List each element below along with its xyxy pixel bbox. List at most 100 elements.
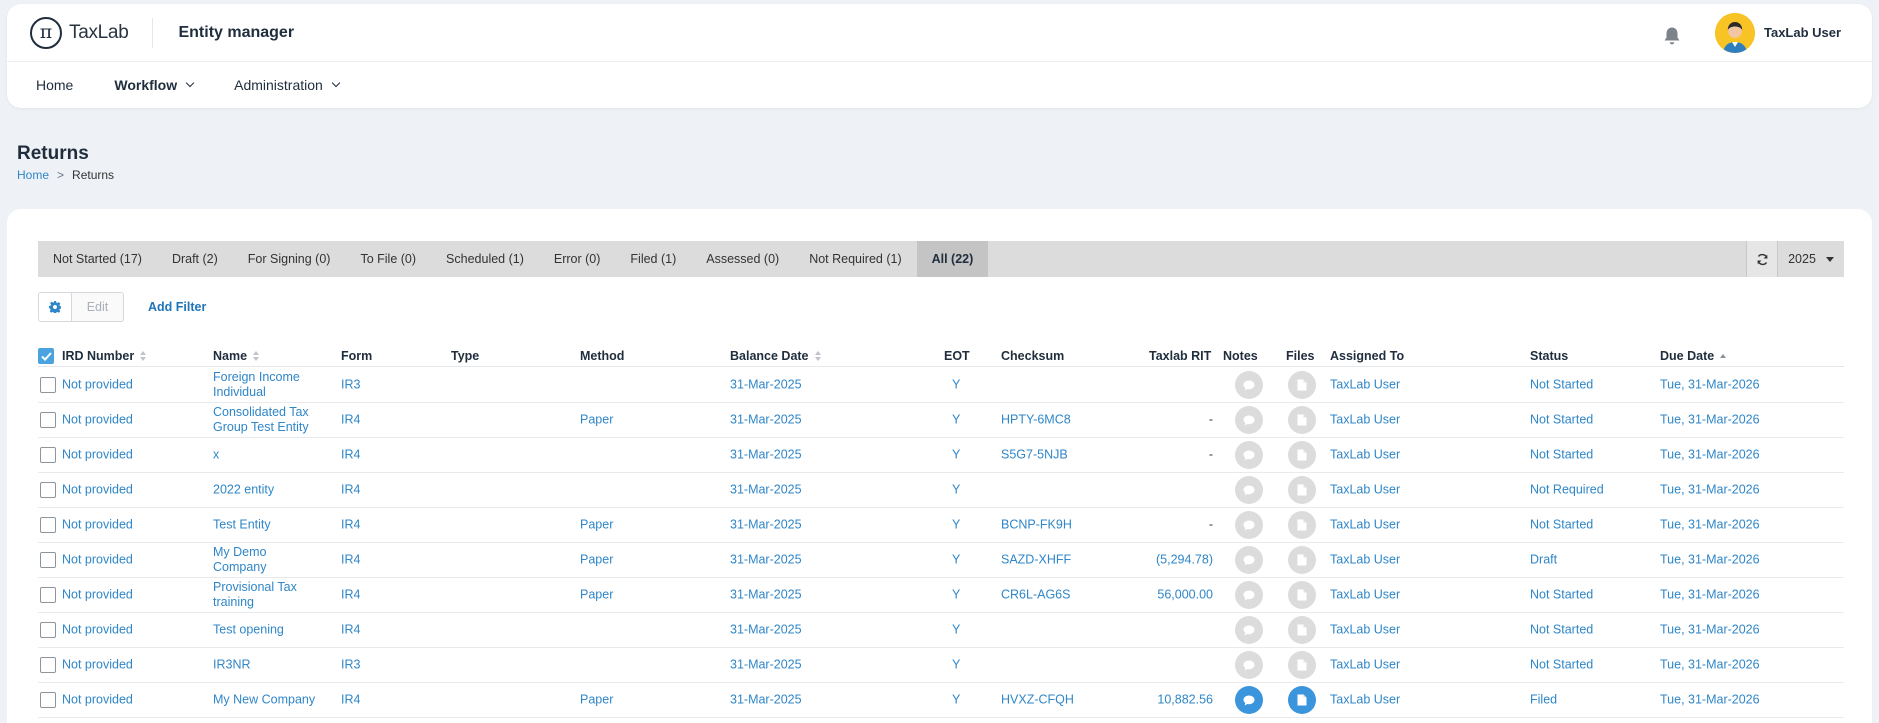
row-checkbox[interactable] [40, 377, 56, 393]
tab-draft[interactable]: Draft (2) [157, 241, 233, 277]
comment-icon[interactable] [1235, 371, 1263, 399]
cell-ird-number[interactable]: Not provided [62, 693, 133, 708]
cell-assigned-to[interactable]: TaxLab User [1330, 553, 1400, 568]
file-icon[interactable] [1288, 441, 1316, 469]
comment-icon[interactable] [1235, 686, 1263, 714]
cell-due-date[interactable]: Tue, 31-Mar-2026 [1660, 623, 1760, 638]
table-row[interactable]: Not provided Provisional Tax training IR4 P… [38, 578, 1844, 613]
cell-form[interactable]: IR4 [341, 553, 360, 568]
cell-balance-date[interactable]: 31-Mar-2025 [730, 518, 802, 533]
refresh-button[interactable] [1746, 241, 1778, 277]
cell-status[interactable]: Not Started [1530, 413, 1593, 428]
cell-taxlab-rit[interactable]: - [1088, 448, 1213, 463]
add-filter-link[interactable]: Add Filter [148, 300, 206, 314]
cell-balance-date[interactable]: 31-Mar-2025 [730, 553, 802, 568]
cell-checksum[interactable]: HVXZ-CFQH [1001, 693, 1074, 708]
cell-taxlab-rit[interactable]: - [1088, 518, 1213, 533]
row-checkbox[interactable] [40, 587, 56, 603]
cell-status[interactable]: Filed [1530, 693, 1557, 708]
cell-taxlab-rit[interactable]: 56,000.00 [1088, 588, 1213, 603]
cell-method[interactable]: Paper [580, 693, 613, 708]
table-row[interactable]: Not provided Foreign Income Individual IR3… [38, 368, 1844, 403]
tab-scheduled[interactable]: Scheduled (1) [431, 241, 539, 277]
cell-eot[interactable]: Y [952, 658, 960, 673]
cell-assigned-to[interactable]: TaxLab User [1330, 623, 1400, 638]
cell-name[interactable]: 2022 entity [213, 483, 323, 498]
cell-checksum[interactable]: SAZD-XHFF [1001, 553, 1071, 568]
row-checkbox[interactable] [40, 692, 56, 708]
cell-due-date[interactable]: Tue, 31-Mar-2026 [1660, 518, 1760, 533]
cell-eot[interactable]: Y [952, 448, 960, 463]
cell-form[interactable]: IR3 [341, 658, 360, 673]
cell-due-date[interactable]: Tue, 31-Mar-2026 [1660, 553, 1760, 568]
cell-name[interactable]: Foreign Income Individual [213, 370, 323, 400]
cell-due-date[interactable]: Tue, 31-Mar-2026 [1660, 378, 1760, 393]
file-icon[interactable] [1288, 546, 1316, 574]
cell-due-date[interactable]: Tue, 31-Mar-2026 [1660, 588, 1760, 603]
table-row[interactable]: Not provided IR3NR IR3 31-Mar-2025 Y TaxLab U… [38, 648, 1844, 683]
cell-form[interactable]: IR4 [341, 623, 360, 638]
cell-name[interactable]: Consolidated Tax Group Test Entity [213, 405, 323, 435]
cell-status[interactable]: Not Started [1530, 518, 1593, 533]
breadcrumb-home[interactable]: Home [17, 168, 49, 182]
file-icon[interactable] [1288, 616, 1316, 644]
cell-assigned-to[interactable]: TaxLab User [1330, 588, 1400, 603]
cell-eot[interactable]: Y [952, 553, 960, 568]
comment-icon[interactable] [1235, 616, 1263, 644]
cell-name[interactable]: IR3NR [213, 658, 323, 673]
cell-form[interactable]: IR4 [341, 518, 360, 533]
table-row[interactable]: Not provided 2022 entity IR4 31-Mar-2025 Y Ta… [38, 473, 1844, 508]
cell-method[interactable]: Paper [580, 518, 613, 533]
cell-eot[interactable]: Y [952, 588, 960, 603]
table-row[interactable]: Not provided Test opening IR4 31-Mar-2025 Y T… [38, 613, 1844, 648]
file-icon[interactable] [1288, 371, 1316, 399]
cell-balance-date[interactable]: 31-Mar-2025 [730, 483, 802, 498]
cell-ird-number[interactable]: Not provided [62, 553, 133, 568]
comment-icon[interactable] [1235, 441, 1263, 469]
table-row[interactable]: Not provided My New Company IR4 Paper 31-Mar… [38, 683, 1844, 718]
col-ird-number[interactable]: IRD Number [62, 349, 147, 363]
file-icon[interactable] [1288, 581, 1316, 609]
avatar[interactable] [1715, 13, 1755, 53]
nav-home[interactable]: Home [36, 77, 73, 93]
cell-assigned-to[interactable]: TaxLab User [1330, 483, 1400, 498]
tab-for-signing[interactable]: For Signing (0) [233, 241, 346, 277]
comment-icon[interactable] [1235, 651, 1263, 679]
cell-taxlab-rit[interactable]: (5,294.78) [1088, 553, 1213, 568]
cell-status[interactable]: Not Started [1530, 623, 1593, 638]
tab-to-file[interactable]: To File (0) [345, 241, 431, 277]
cell-eot[interactable]: Y [952, 378, 960, 393]
cell-method[interactable]: Paper [580, 413, 613, 428]
comment-icon[interactable] [1235, 511, 1263, 539]
file-icon[interactable] [1288, 651, 1316, 679]
cell-name[interactable]: x [213, 448, 323, 463]
comment-icon[interactable] [1235, 546, 1263, 574]
cell-balance-date[interactable]: 31-Mar-2025 [730, 588, 802, 603]
cell-balance-date[interactable]: 31-Mar-2025 [730, 658, 802, 673]
cell-status[interactable]: Draft [1530, 553, 1557, 568]
row-checkbox[interactable] [40, 552, 56, 568]
cell-assigned-to[interactable]: TaxLab User [1330, 448, 1400, 463]
cell-name[interactable]: Provisional Tax training [213, 580, 323, 610]
select-all-checkbox[interactable] [38, 348, 54, 364]
table-row[interactable]: Not provided My Demo Company IR4 Paper 31-Ma… [38, 543, 1844, 578]
file-icon[interactable] [1288, 511, 1316, 539]
cell-eot[interactable]: Y [952, 518, 960, 533]
cell-taxlab-rit[interactable]: - [1088, 413, 1213, 428]
cell-name[interactable]: Test Entity [213, 518, 323, 533]
cell-assigned-to[interactable]: TaxLab User [1330, 413, 1400, 428]
cell-form[interactable]: IR4 [341, 483, 360, 498]
col-name[interactable]: Name [213, 349, 260, 363]
nav-administration[interactable]: Administration [234, 77, 341, 93]
tab-all[interactable]: All (22) [916, 241, 989, 277]
file-icon[interactable] [1288, 406, 1316, 434]
bell-icon[interactable] [1659, 23, 1685, 49]
cell-assigned-to[interactable]: TaxLab User [1330, 693, 1400, 708]
cell-eot[interactable]: Y [952, 483, 960, 498]
cell-balance-date[interactable]: 31-Mar-2025 [730, 448, 802, 463]
cell-status[interactable]: Not Started [1530, 588, 1593, 603]
row-checkbox[interactable] [40, 622, 56, 638]
file-icon[interactable] [1288, 476, 1316, 504]
cell-due-date[interactable]: Tue, 31-Mar-2026 [1660, 413, 1760, 428]
cell-method[interactable]: Paper [580, 553, 613, 568]
